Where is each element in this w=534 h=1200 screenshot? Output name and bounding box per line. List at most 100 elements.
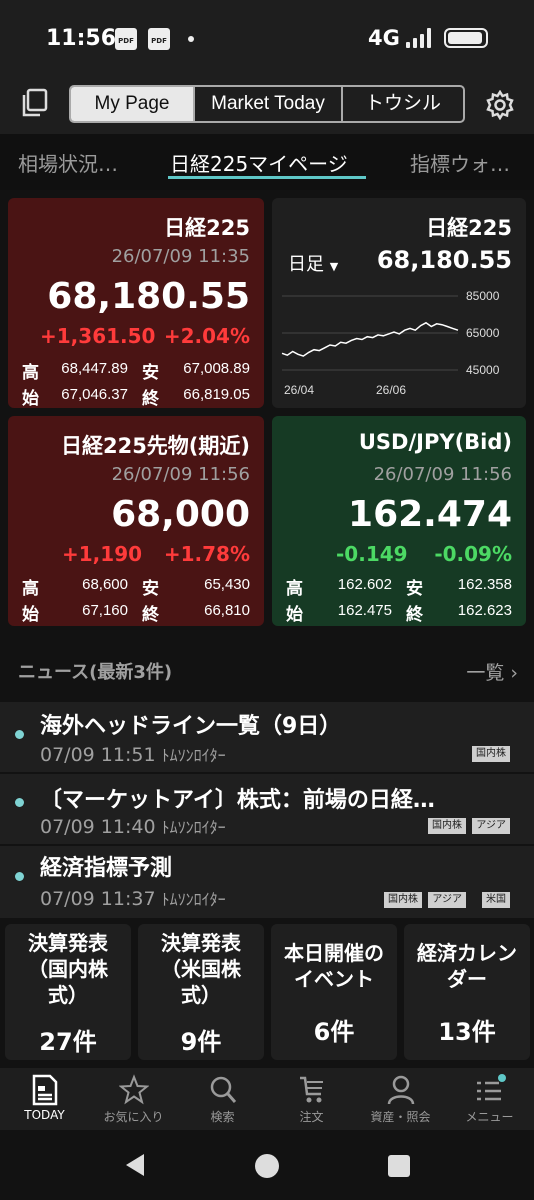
close-value: 66,810 — [204, 602, 250, 619]
nav-favorites[interactable]: お気に入り — [89, 1074, 178, 1124]
battery-icon — [444, 28, 488, 48]
segment-my-page[interactable]: My Page — [71, 87, 195, 121]
quote-change: -0.149 — [336, 542, 408, 566]
open-value: 162.475 — [337, 602, 392, 619]
segment-toushiru[interactable]: トウシル — [343, 87, 463, 121]
news-tag: アジア — [428, 892, 466, 908]
system-navigation-bar — [0, 1130, 534, 1200]
tile-title: 本日開催の イベント — [284, 941, 384, 991]
quote-change-percent: -0.09% — [434, 542, 512, 566]
y-tick-label: 65000 — [466, 326, 500, 340]
network-type: 4G — [368, 26, 400, 50]
tab-indicator-watch[interactable]: 指標ウォ… — [410, 148, 510, 177]
nikkei225-chart-card[interactable]: 日経225 日足 ▼ 68,180.55 85000 65000 45000 2… — [272, 198, 526, 408]
news-time: 07/09 11:51 — [40, 744, 156, 766]
low-value: 65,430 — [204, 576, 250, 593]
gear-icon[interactable] — [485, 90, 515, 120]
market-tabs: 相場状況… 日経225マイページ 指標ウォ… — [0, 134, 534, 190]
nav-label: 資産・照会 — [370, 1110, 431, 1124]
news-source: ﾄﾑｿﾝﾛｲﾀｰ — [161, 818, 226, 837]
nav-order[interactable]: 注文 — [267, 1074, 356, 1124]
close-label: 終 — [142, 389, 159, 409]
low-label: 安 — [142, 363, 159, 383]
segment-market-today[interactable]: Market Today — [195, 87, 343, 121]
status-time: 11:56 — [46, 26, 117, 51]
news-tag: 米国 — [482, 892, 510, 908]
search-icon — [210, 1076, 236, 1103]
low-value: 67,008.89 — [183, 360, 250, 377]
news-bullet-icon — [15, 798, 24, 807]
news-tag: アジア — [472, 818, 510, 834]
tile-title: 決算発表 （米国株 式） — [161, 931, 241, 1007]
x-tick-label: 26/06 — [376, 383, 406, 397]
high-label: 高 — [286, 579, 303, 599]
news-item[interactable]: 〔マーケットアイ〕株式：前場の日経… 07/09 11:40 ﾄﾑｿﾝﾛｲﾀｰ … — [0, 772, 534, 844]
usdjpy-quote-card[interactable]: USD/JPY(Bid) 26/07/09 11:56 162.474 -0.1… — [272, 416, 526, 626]
notification-dot-icon — [188, 36, 194, 42]
nav-menu[interactable]: メニュー — [445, 1074, 534, 1124]
quote-change-percent: +1.78% — [163, 542, 250, 566]
copy-icon[interactable] — [20, 88, 50, 118]
tile-title: 決算発表 （国内株 式） — [28, 931, 108, 1007]
quote-datetime: 26/07/09 11:35 — [111, 246, 250, 267]
high-value: 68,600 — [82, 576, 128, 593]
quote-datetime: 26/07/09 11:56 — [373, 464, 512, 485]
home-icon[interactable] — [254, 1153, 280, 1179]
tab-market-status[interactable]: 相場状況… — [18, 148, 118, 177]
open-value: 67,160 — [82, 602, 128, 619]
star-icon — [118, 1074, 149, 1105]
y-tick-label: 85000 — [466, 289, 500, 303]
nav-assets[interactable]: 資産・照会 — [356, 1074, 445, 1124]
page-segmented-control: My Page Market Today トウシル — [69, 85, 465, 123]
tile-count: 27件 — [39, 1028, 97, 1056]
news-meta: 07/09 11:37 ﾄﾑｿﾝﾛｲﾀｰ — [40, 886, 226, 910]
news-more-link[interactable]: 一覧 › — [466, 658, 518, 685]
close-value: 66,819.05 — [183, 386, 250, 403]
pdf-notification-icon: PDF — [115, 28, 137, 50]
close-label: 終 — [406, 605, 423, 625]
open-label: 始 — [286, 605, 303, 625]
news-bullet-icon — [15, 730, 24, 739]
chart-series-line — [281, 321, 459, 357]
menu-icon — [476, 1074, 506, 1101]
chart-card-name: 日経225 — [426, 216, 512, 240]
person-icon — [387, 1075, 414, 1105]
recents-icon[interactable] — [387, 1154, 411, 1178]
news-tag: 国内株 — [472, 746, 510, 762]
chevron-right-icon: › — [510, 662, 518, 684]
news-title: 〔マーケットアイ〕株式：前場の日経… — [40, 788, 435, 813]
cart-icon — [299, 1076, 323, 1103]
chart-card-price: 68,180.55 — [376, 246, 512, 274]
news-tag: 国内株 — [384, 892, 422, 908]
tile-earnings-us[interactable]: 決算発表 （米国株 式） 9件 — [138, 924, 264, 1060]
period-select[interactable]: 日足 ▼ — [288, 250, 338, 276]
tab-nikkei225-mypage[interactable]: 日経225マイページ — [170, 148, 348, 177]
nav-label: 検索 — [210, 1110, 235, 1124]
x-tick-label: 26/04 — [284, 383, 314, 397]
news-item[interactable]: 海外ヘッドライン一覧（9日） 07/09 11:51 ﾄﾑｿﾝﾛｲﾀｰ 国内株 — [0, 700, 534, 772]
news-source: ﾄﾑｿﾝﾛｲﾀｰ — [161, 890, 226, 909]
back-icon[interactable] — [122, 1152, 148, 1178]
tile-economic-calendar[interactable]: 経済カレン ダー 13件 — [404, 924, 530, 1060]
nikkei-futures-quote-card[interactable]: 日経225先物(期近) 26/07/09 11:56 68,000 +1,190… — [8, 416, 264, 626]
open-label: 始 — [22, 389, 39, 409]
nav-today[interactable]: TODAY — [0, 1074, 89, 1122]
tile-count: 9件 — [180, 1028, 222, 1056]
open-label: 始 — [22, 605, 39, 625]
tile-earnings-domestic[interactable]: 決算発表 （国内株 式） 27件 — [5, 924, 131, 1060]
news-item[interactable]: 経済指標予測 07/09 11:37 ﾄﾑｿﾝﾛｲﾀｰ 国内株 アジア 米国 — [0, 844, 534, 918]
nikkei-line-chart: 85000 65000 45000 26/04 26/06 — [281, 289, 500, 397]
quote-change: +1,190 — [62, 542, 143, 566]
open-value: 67,046.37 — [61, 386, 128, 403]
quote-price: 162.474 — [348, 494, 512, 535]
nav-search[interactable]: 検索 — [178, 1074, 267, 1124]
news-heading: ニュース(最新3件) — [18, 662, 173, 683]
nikkei225-quote-card[interactable]: 日経225 26/07/09 11:35 68,180.55 +1,361.50… — [8, 198, 264, 409]
status-bar: 11:56 PDF PDF 4G — [0, 0, 534, 76]
nav-label: メニュー — [465, 1110, 514, 1124]
low-label: 安 — [406, 579, 423, 599]
tile-count: 6件 — [313, 1018, 355, 1046]
news-time: 07/09 11:37 — [40, 888, 156, 910]
tile-todays-events[interactable]: 本日開催の イベント 6件 — [271, 924, 397, 1060]
news-tag: 国内株 — [428, 818, 466, 834]
